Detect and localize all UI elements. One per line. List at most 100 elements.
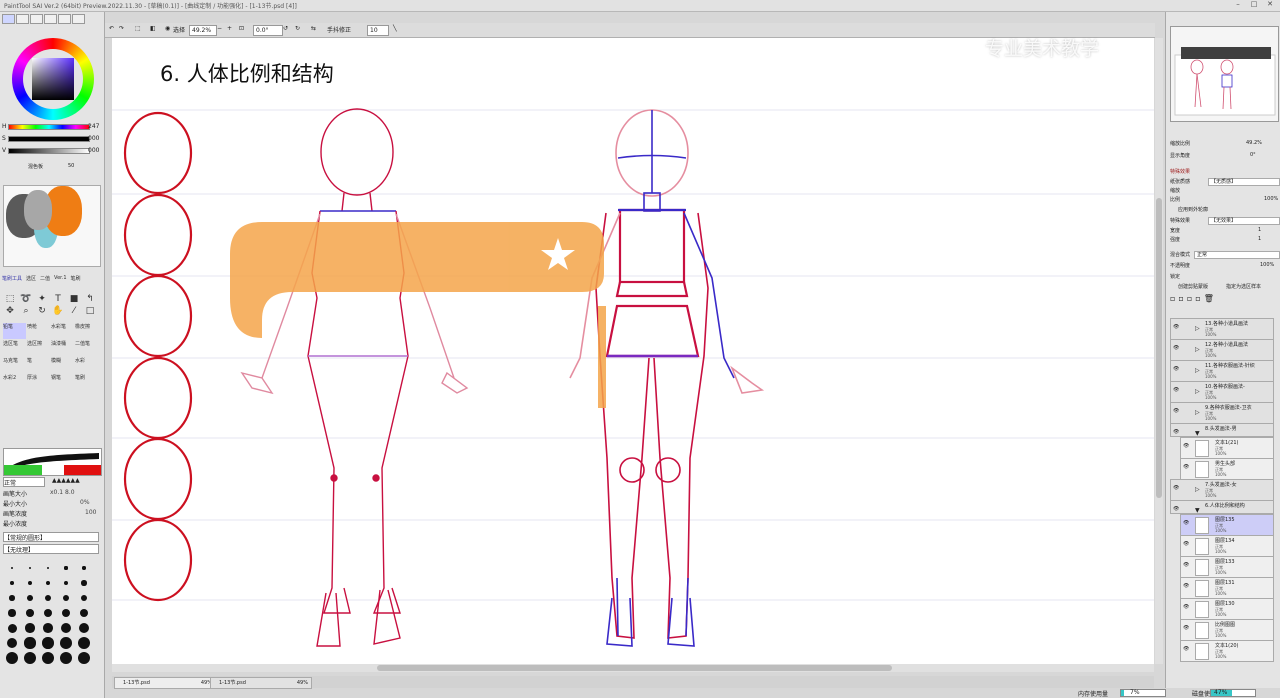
brush-size-option[interactable] [76, 652, 92, 664]
layer-folder[interactable]: 👁 ▷ 7.头发画法-女 正常 100% [1170, 479, 1274, 501]
zoom-field[interactable]: 49.2% [189, 25, 217, 36]
brush-slot[interactable]: 选区擦 [27, 340, 50, 356]
folder-collapsed-icon[interactable]: ▷ [1195, 346, 1200, 353]
scratchpad[interactable] [3, 185, 101, 267]
hue-slider[interactable] [8, 124, 90, 130]
apply-outline-checkbox[interactable]: 应用到外轮廓 [1178, 206, 1208, 213]
rotate-left-icon[interactable]: ↺ [283, 25, 288, 32]
hsv-slider-tab[interactable] [30, 14, 43, 24]
select-label[interactable]: 选择 [173, 25, 185, 34]
brush-density-value[interactable]: 100 [85, 509, 96, 516]
effects-header[interactable]: 特殊效果 [1170, 168, 1190, 175]
text-icon[interactable]: T [51, 294, 65, 304]
minimize-button[interactable]: – [1230, 0, 1246, 10]
layer-folder[interactable]: 👁 ▷ 10.各种衣服画法- 正常 100% [1170, 381, 1274, 403]
brush-size-value[interactable]: x0.1 8.0 [50, 489, 75, 496]
visibility-eye-icon[interactable]: 👁 [1173, 485, 1179, 491]
secondary-color-icon[interactable]: □ [83, 306, 97, 316]
folder-expanded-icon[interactable]: ▼ [1195, 507, 1200, 514]
layer-item[interactable]: 👁 文本1(20) 正常 100% [1180, 640, 1274, 662]
tool-tab-brush2[interactable]: 笔刷 [71, 275, 81, 282]
stabilizer-field[interactable]: 10 [367, 25, 389, 36]
close-button[interactable]: ✕ [1262, 0, 1278, 10]
brush-slot[interactable]: 铅笔 [3, 323, 26, 339]
zoom-in-icon[interactable]: + [227, 25, 232, 32]
brush-size-option[interactable] [22, 637, 38, 649]
primary-color-icon[interactable]: ■ [67, 294, 81, 304]
brush-slot[interactable]: 喷枪 [27, 323, 50, 339]
folder-collapsed-icon[interactable]: ▷ [1195, 325, 1200, 332]
folder-collapsed-icon[interactable]: ▷ [1195, 388, 1200, 395]
vertical-scrollbar[interactable] [1155, 38, 1163, 664]
brush-size-option[interactable] [40, 607, 56, 619]
visibility-eye-icon[interactable]: 👁 [1173, 408, 1179, 414]
opacity-value[interactable]: 100% [1260, 262, 1274, 268]
folder-expanded-icon[interactable]: ▼ [1195, 430, 1200, 437]
visibility-eye-icon[interactable]: 👁 [1173, 324, 1179, 330]
tool-tab-ver1[interactable]: Ver.1 [54, 275, 66, 282]
visibility-eye-icon[interactable]: 👁 [1183, 625, 1189, 631]
folder-collapsed-icon[interactable]: ▷ [1195, 367, 1200, 374]
rotate-right-icon[interactable]: ↻ [295, 25, 300, 32]
brush-size-option[interactable] [58, 562, 74, 574]
brush-size-option[interactable] [40, 652, 56, 664]
brush-slot[interactable]: 水彩2 [3, 374, 26, 390]
brush-slot[interactable]: 橡皮擦 [75, 323, 98, 339]
visibility-eye-icon[interactable]: 👁 [1173, 387, 1179, 393]
horizontal-scrollbar[interactable] [112, 664, 1154, 672]
folder-collapsed-icon[interactable]: ▷ [1195, 486, 1200, 493]
layer-folder[interactable]: 👁 ▼ 6.人体比例和结构 [1170, 500, 1274, 514]
layer-item[interactable]: 👁 图层135 正常 100% [1180, 514, 1274, 536]
blend-mode-select[interactable]: 正常 [3, 477, 45, 487]
maximize-button[interactable]: □ [1246, 0, 1262, 10]
color-wheel-tab[interactable] [2, 14, 15, 24]
zoom-icon[interactable]: ⌕ [19, 306, 33, 316]
swap-color-icon[interactable]: ↰ [83, 294, 97, 304]
line-tool-icon[interactable]: ╲ [393, 25, 397, 32]
visibility-eye-icon[interactable]: 👁 [1173, 506, 1179, 512]
brush-shape-icons[interactable]: ▲▲▲▲▲▲ [52, 477, 80, 484]
scratchpad-tab[interactable] [72, 14, 85, 24]
brush-size-option[interactable] [76, 562, 92, 574]
brush-size-option[interactable] [4, 652, 20, 664]
select-source-checkbox[interactable]: 指定为选区样本 [1226, 283, 1261, 290]
brush-size-option[interactable] [40, 577, 56, 589]
select-display-icon[interactable]: ◉ [165, 25, 170, 32]
tool-tab-brush[interactable]: 笔刷工具 [2, 275, 22, 282]
visibility-eye-icon[interactable]: 👁 [1183, 464, 1189, 470]
brush-size-option[interactable] [58, 652, 74, 664]
brush-slot[interactable]: 油漆桶 [51, 340, 74, 356]
brush-size-option[interactable] [22, 592, 38, 604]
brush-slot[interactable]: 水彩 [75, 357, 98, 373]
paper-texture-select[interactable]: 【常规的圆形】 [3, 532, 99, 542]
layer-folder[interactable]: 👁 ▷ 13.各种小道具画法 正常 100% [1170, 318, 1274, 340]
brush-size-option[interactable] [4, 637, 20, 649]
brush-size-option[interactable] [76, 622, 92, 634]
doc-tab[interactable]: 1-13节.psd 49% [114, 677, 216, 689]
brush-size-option[interactable] [22, 652, 38, 664]
brush-size-option[interactable] [22, 622, 38, 634]
brush-size-option[interactable] [58, 622, 74, 634]
layer-folder[interactable]: 👁 ▷ 12.各种小道具画法 正常 100% [1170, 339, 1274, 361]
min-size-value[interactable]: 0% [80, 499, 90, 506]
rect-select-icon[interactable]: ⬚ [3, 294, 17, 304]
layer-item[interactable]: 👁 图层134 正常 100% [1180, 535, 1274, 557]
brush-size-option[interactable] [4, 562, 20, 574]
brush-size-option[interactable] [76, 577, 92, 589]
invert-icon[interactable]: ◧ [150, 25, 156, 32]
nav-zoom-value[interactable]: 49.2% [1246, 140, 1262, 146]
zoom-out-icon[interactable]: − [217, 25, 222, 32]
brush-size-option[interactable] [40, 622, 56, 634]
brush-size-option[interactable] [4, 577, 20, 589]
layer-item[interactable]: 👁 图层133 正常 100% [1180, 556, 1274, 578]
brush-size-option[interactable] [4, 607, 20, 619]
color-wheel[interactable] [12, 38, 94, 120]
brush-size-option[interactable] [40, 562, 56, 574]
brush-size-option[interactable] [58, 607, 74, 619]
brush-slot[interactable]: 选区笔 [3, 340, 26, 356]
layer-folder[interactable]: 👁 ▷ 11.各种衣服画法-针织 正常 100% [1170, 360, 1274, 382]
layer-folder[interactable]: 👁 ▷ 9.各种衣服画法-卫衣 正常 100% [1170, 402, 1274, 424]
deselect-icon[interactable]: ⬚ [135, 25, 141, 32]
nav-angle-value[interactable]: 0° [1250, 152, 1256, 158]
visibility-eye-icon[interactable]: 👁 [1173, 345, 1179, 351]
